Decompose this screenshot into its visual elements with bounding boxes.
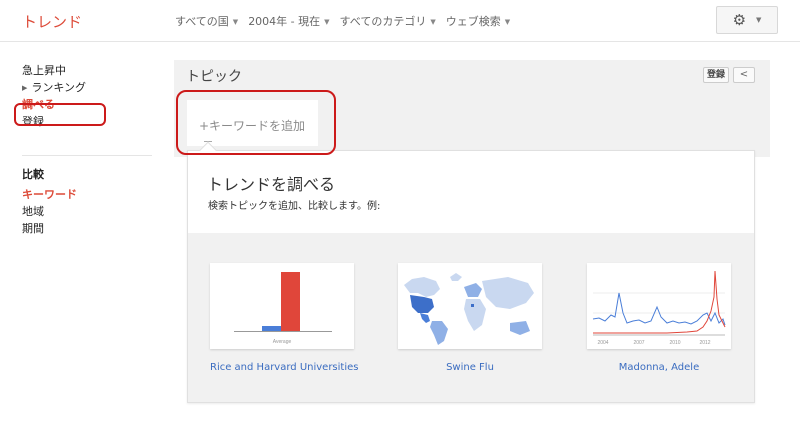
world-map-thumbnail (404, 273, 534, 345)
map-asia (482, 277, 534, 309)
example-link-swine-flu[interactable]: Swine Flu (398, 362, 542, 373)
compare-item-period[interactable]: 期間 (22, 220, 152, 237)
topic-title: トピック (186, 69, 242, 85)
filter-bar: すべての国 ▼ 2004年 - 現在 ▼ すべてのカテゴリ ▼ ウェブ検索 ▼ (175, 13, 510, 29)
axis-tick-label: 2012 (699, 340, 710, 346)
map-africa (464, 299, 486, 331)
sidebar: 急上昇中 ▶ ランキング 調べる 登録 比較 キーワード 地域 期間 (22, 62, 152, 237)
caret-down-icon: ▼ (324, 18, 330, 26)
axis-tick-label: 2010 (669, 340, 680, 346)
axis-tick-label: 2007 (633, 340, 644, 346)
example-thumb-rice-harvard[interactable]: Average (210, 263, 354, 349)
filter-country-label: すべての国 (175, 15, 229, 28)
caret-down-icon: ▼ (756, 16, 762, 24)
map-mexico (420, 313, 430, 323)
map-north-canada (404, 277, 440, 297)
share-button[interactable]: < (733, 67, 755, 83)
bar-chart-thumbnail: Average (234, 272, 332, 345)
compare-heading: 比較 (22, 168, 44, 181)
example-thumb-madonna-adele[interactable]: 2004 2007 2010 2012 (587, 263, 731, 349)
top-bar: トレンド すべての国 ▼ 2004年 - 現在 ▼ すべてのカテゴリ ▼ ウェブ検索 ▼… (0, 0, 800, 42)
map-usa (410, 295, 434, 313)
highlight-annotation (14, 103, 106, 126)
filter-search-type-label: ウェブ検索 (445, 15, 501, 28)
map-highlight-region (471, 304, 474, 307)
thumb-caption: Average (273, 339, 292, 345)
filter-search-type[interactable]: ウェブ検索 ▼ (446, 13, 510, 29)
caret-down-icon: ▼ (430, 18, 436, 26)
caret-down-icon: ▼ (232, 18, 239, 26)
expand-triangle-icon: ▶ (22, 84, 28, 92)
filter-category[interactable]: すべてのカテゴリ ▼ (340, 13, 436, 29)
example-link-rice-harvard[interactable]: Rice and Harvard Universities (210, 362, 358, 373)
explore-subtitle: 検索トピックを追加、比較します。例: (208, 201, 381, 212)
sidebar-item-label: 急上昇中 (22, 64, 66, 77)
line-chart-thumbnail: 2004 2007 2010 2012 (592, 270, 726, 346)
filter-period-label: 2004年 - 現在 (248, 15, 321, 28)
register-button[interactable]: 登録 (703, 67, 729, 83)
filter-country[interactable]: すべての国 ▼ (175, 13, 238, 29)
filter-period[interactable]: 2004年 - 現在 ▼ (248, 13, 329, 29)
sidebar-item-label: ランキング (31, 81, 87, 94)
sidebar-divider (22, 155, 152, 156)
example-link-madonna-adele[interactable]: Madonna, Adele (587, 362, 731, 373)
bar-harvard (281, 272, 300, 331)
axis-tick-label: 2004 (597, 340, 608, 346)
map-south-america (430, 321, 448, 345)
series-adele-line (593, 270, 726, 334)
explore-title: トレンドを調べる (207, 175, 336, 194)
share-icon: < (739, 69, 749, 80)
example-thumb-swine-flu[interactable] (398, 263, 542, 349)
map-greenland (450, 273, 462, 281)
compare-item-keyword[interactable]: キーワード (22, 186, 152, 203)
map-australia (510, 321, 530, 335)
compare-item-region[interactable]: 地域 (22, 203, 152, 220)
map-europe (464, 283, 482, 297)
gear-icon: ⚙ (732, 11, 747, 29)
series-madonna-line (592, 292, 726, 326)
bar-rice (262, 326, 281, 331)
settings-button[interactable]: ⚙ ▼ (716, 6, 778, 34)
caret-down-icon: ▼ (504, 18, 511, 26)
sidebar-item-hot-searches[interactable]: 急上昇中 (22, 62, 152, 79)
sidebar-item-rankings[interactable]: ▶ ランキング (22, 79, 152, 96)
app-logo[interactable]: トレンド (22, 11, 82, 32)
highlight-annotation (176, 90, 336, 155)
filter-category-label: すべてのカテゴリ (339, 15, 427, 28)
